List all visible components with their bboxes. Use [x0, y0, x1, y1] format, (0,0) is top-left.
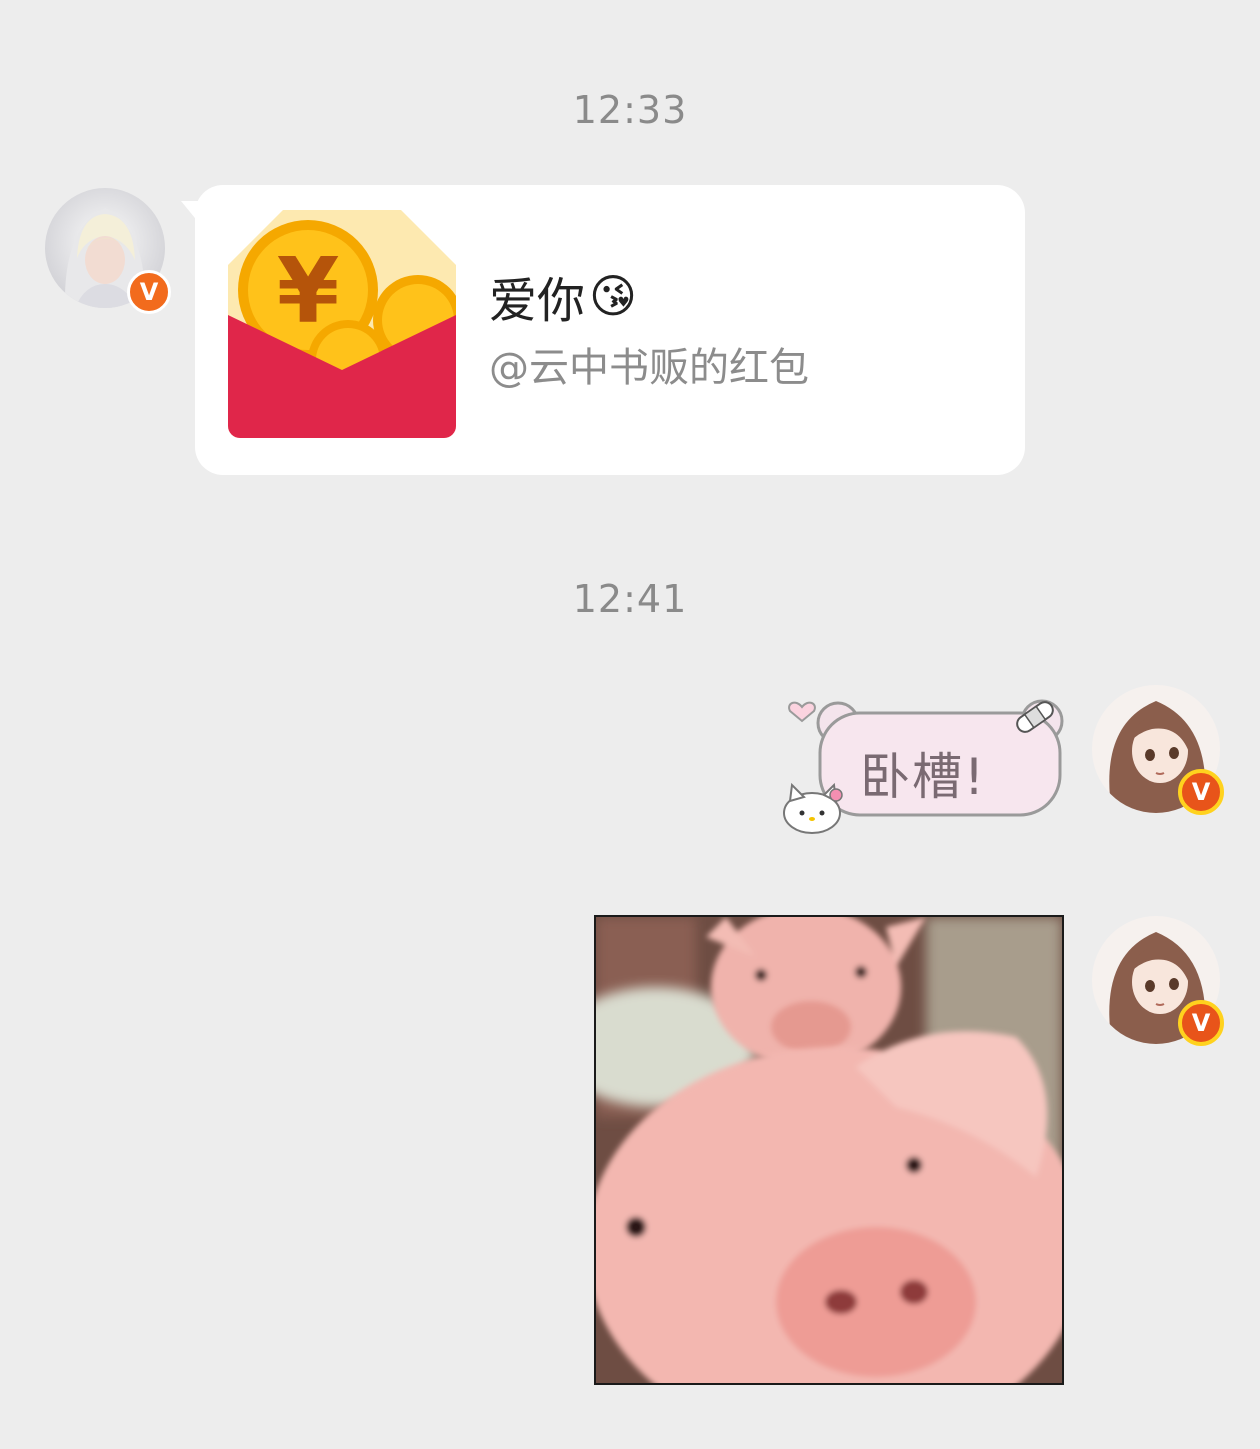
- red-packet-sender: @云中书贩的红包: [489, 345, 809, 391]
- sticker-text-bubble[interactable]: 卧槽!: [780, 695, 1070, 840]
- verified-icon: V: [127, 270, 171, 314]
- sticker-message-text: 卧槽!: [860, 748, 987, 806]
- bubble-tail: [181, 201, 199, 223]
- pig-photo-icon: [596, 917, 1062, 1383]
- red-packet-icon: ¥: [228, 210, 456, 438]
- my-avatar[interactable]: V: [1092, 685, 1224, 815]
- pig-photo-message[interactable]: [594, 915, 1064, 1385]
- contact-avatar[interactable]: V: [45, 188, 171, 314]
- timestamp: 12:41: [572, 577, 688, 621]
- red-packet-card[interactable]: ¥ 爱你 😘 @云中书贩的红包: [181, 185, 1025, 475]
- verified-icon: V: [1178, 769, 1224, 815]
- timestamp: 12:33: [572, 88, 688, 132]
- verified-icon: V: [1178, 1000, 1224, 1046]
- my-avatar[interactable]: V: [1092, 916, 1224, 1046]
- red-packet-title: 爱你 😘: [489, 261, 637, 331]
- red-packet-title-text: 爱你: [489, 273, 586, 329]
- kiss-emoji-icon: 😘: [589, 269, 637, 323]
